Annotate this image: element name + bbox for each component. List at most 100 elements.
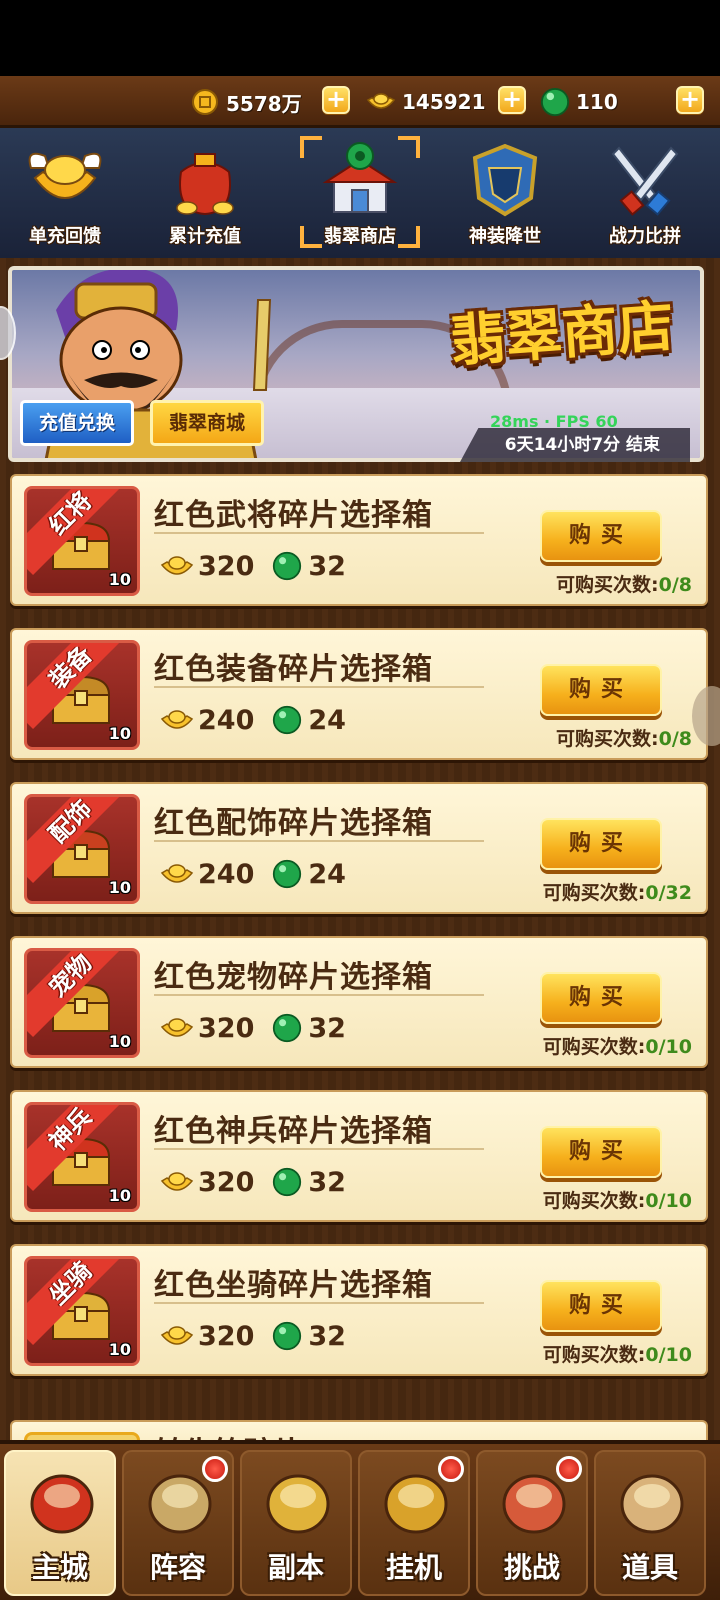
- tab-jade-shop[interactable]: 翡翠商店: [295, 134, 425, 252]
- purchase-limit: 可购买次数:0/10: [543, 1340, 692, 1367]
- buy-button[interactable]: 购买: [540, 1126, 662, 1178]
- notification-dot: [438, 1456, 464, 1482]
- buy-button[interactable]: 购买: [540, 664, 662, 716]
- item-quantity: 10: [108, 1186, 131, 1205]
- ingot-price: 320: [198, 1320, 255, 1352]
- tab-divine-armor[interactable]: 神装降世: [440, 134, 570, 252]
- shop-item: 宠物 10 红色宠物碎片选择箱 320 32 购买 可购买次数:0/10: [10, 936, 708, 1068]
- ingot-price: 240: [198, 704, 255, 736]
- purchase-limit-label: 可购买次数:: [556, 574, 659, 596]
- item-name: 红色配饰碎片选择箱: [154, 806, 433, 841]
- gold-ingot-icon: [366, 87, 396, 117]
- ingot-value: 145921: [402, 90, 486, 114]
- item-quantity: 10: [108, 724, 131, 743]
- nav-label: 挑战: [503, 1551, 560, 1584]
- nav-item-5[interactable]: 道具: [594, 1450, 706, 1596]
- banner-title: 翡翠商店: [447, 294, 676, 375]
- purchase-limit-value: 0/32: [645, 882, 692, 904]
- purchase-limit-value: 0/10: [645, 1190, 692, 1212]
- jade-orb-icon: [273, 859, 302, 889]
- item-price-row: 240 24: [160, 854, 362, 894]
- jade-price: 24: [308, 704, 346, 736]
- jade-price: 32: [308, 1012, 346, 1044]
- item-divider: [154, 840, 484, 842]
- item-name: 红色坐骑碎片选择箱: [154, 1268, 433, 1303]
- gold-ingot-icon: [160, 1172, 194, 1191]
- jade-orb-icon: [273, 1013, 302, 1043]
- item-name: 红色神兵碎片选择箱: [154, 1114, 433, 1149]
- nav-item-0[interactable]: 主城: [4, 1450, 116, 1596]
- nav-item-3[interactable]: 挂机: [358, 1450, 470, 1596]
- jade-price: 32: [308, 1320, 346, 1352]
- coin-icon: [190, 87, 220, 117]
- nav-item-1[interactable]: 阵容: [122, 1450, 234, 1596]
- treasure-bag-icon: [176, 153, 234, 216]
- purchase-limit: 可购买次数:0/32: [543, 878, 692, 905]
- jade-counter: 110: [540, 86, 618, 118]
- jade-orb-icon: [273, 705, 302, 735]
- add-coins-button[interactable]: +: [322, 86, 350, 114]
- gold-ingot-icon: [160, 710, 194, 729]
- item-icon-box: 装备 10: [24, 640, 140, 750]
- gold-ingot-icon: [160, 864, 194, 883]
- tab-power-ranking[interactable]: 战力比拼: [580, 134, 710, 252]
- items-icon: [620, 1474, 684, 1534]
- shop-item: 配饰 10 红色配饰碎片选择箱 240 24 购买 可购买次数:0/32: [10, 782, 708, 914]
- shop-item: 装备 10 红色装备碎片选择箱 240 24 购买 可购买次数:0/8: [10, 628, 708, 760]
- jade-price: 32: [308, 1166, 346, 1198]
- jade-mall-button[interactable]: 翡翠商城: [150, 400, 264, 446]
- recharge-exchange-button[interactable]: 充值兑换: [20, 400, 134, 446]
- event-countdown: 6天14小时7分 结束: [460, 428, 690, 462]
- item-price-row: 320 32: [160, 1316, 362, 1356]
- nav-item-2[interactable]: 副本: [240, 1450, 352, 1596]
- buy-button[interactable]: 购买: [540, 510, 662, 562]
- item-icon-box: 神兵 10: [24, 1102, 140, 1212]
- item-icon-box: 宠物 10: [24, 948, 140, 1058]
- nav-label: 副本: [267, 1551, 324, 1584]
- purchase-limit-label: 可购买次数:: [542, 1344, 646, 1366]
- coin-value: 5578万: [226, 91, 302, 116]
- buy-button[interactable]: 购买: [540, 1280, 662, 1332]
- item-quantity: 10: [108, 570, 131, 589]
- gold-ingot-wings-icon: [28, 152, 102, 199]
- add-ingots-button[interactable]: +: [498, 86, 526, 114]
- nav-label: 阵容: [149, 1551, 206, 1584]
- buy-button[interactable]: 购买: [540, 972, 662, 1024]
- purchase-limit: 可购买次数:0/8: [556, 570, 692, 597]
- ingot-price: 320: [198, 550, 255, 582]
- network-fps-readout: 28ms · FPS 60: [490, 412, 618, 431]
- gold-ingot-icon: [160, 556, 194, 575]
- tab-single-recharge[interactable]: 单充回馈: [0, 134, 130, 252]
- item-icon-box: 红将 10: [24, 486, 140, 596]
- purchase-limit: 可购买次数:0/10: [543, 1032, 692, 1059]
- item-divider: [154, 1302, 484, 1304]
- item-divider: [154, 686, 484, 688]
- divine-armor-icon: [472, 143, 538, 217]
- purchase-limit-label: 可购买次数:: [542, 1190, 646, 1212]
- nav-label: 挂机: [385, 1551, 442, 1584]
- tab-label: 神装降世: [469, 226, 541, 247]
- purchase-limit: 可购买次数:0/10: [543, 1186, 692, 1213]
- jade-price: 32: [308, 550, 346, 582]
- item-icon-box: 坐骑 10: [24, 1256, 140, 1366]
- purchase-limit-label: 可购买次数:: [556, 728, 659, 750]
- tab-cumulative-recharge[interactable]: 累计充值: [140, 134, 270, 252]
- nav-item-4[interactable]: 挑战: [476, 1450, 588, 1596]
- item-price-row: 320 32: [160, 1162, 362, 1202]
- purchase-limit-value: 0/10: [645, 1344, 692, 1366]
- notification-dot: [556, 1456, 582, 1482]
- item-quantity: 10: [108, 878, 131, 897]
- item-divider: [154, 1148, 484, 1150]
- item-name: 红色宠物碎片选择箱: [154, 960, 433, 995]
- purchase-limit: 可购买次数:0/8: [556, 724, 692, 751]
- shop-item: 红将 10 红色武将碎片选择箱 320 32 购买 可购买次数:0/8: [10, 474, 708, 606]
- item-name: 红色武将碎片选择箱: [154, 498, 433, 533]
- purchase-limit-value: 0/8: [658, 728, 692, 750]
- add-jade-button[interactable]: +: [676, 86, 704, 114]
- nav-label: 主城: [31, 1551, 88, 1584]
- item-divider: [154, 994, 484, 996]
- item-price-row: 240 24: [160, 700, 362, 740]
- jade-shop-icon: [322, 142, 398, 213]
- buy-button[interactable]: 购买: [540, 818, 662, 870]
- purchase-limit-label: 可购买次数:: [542, 1036, 646, 1058]
